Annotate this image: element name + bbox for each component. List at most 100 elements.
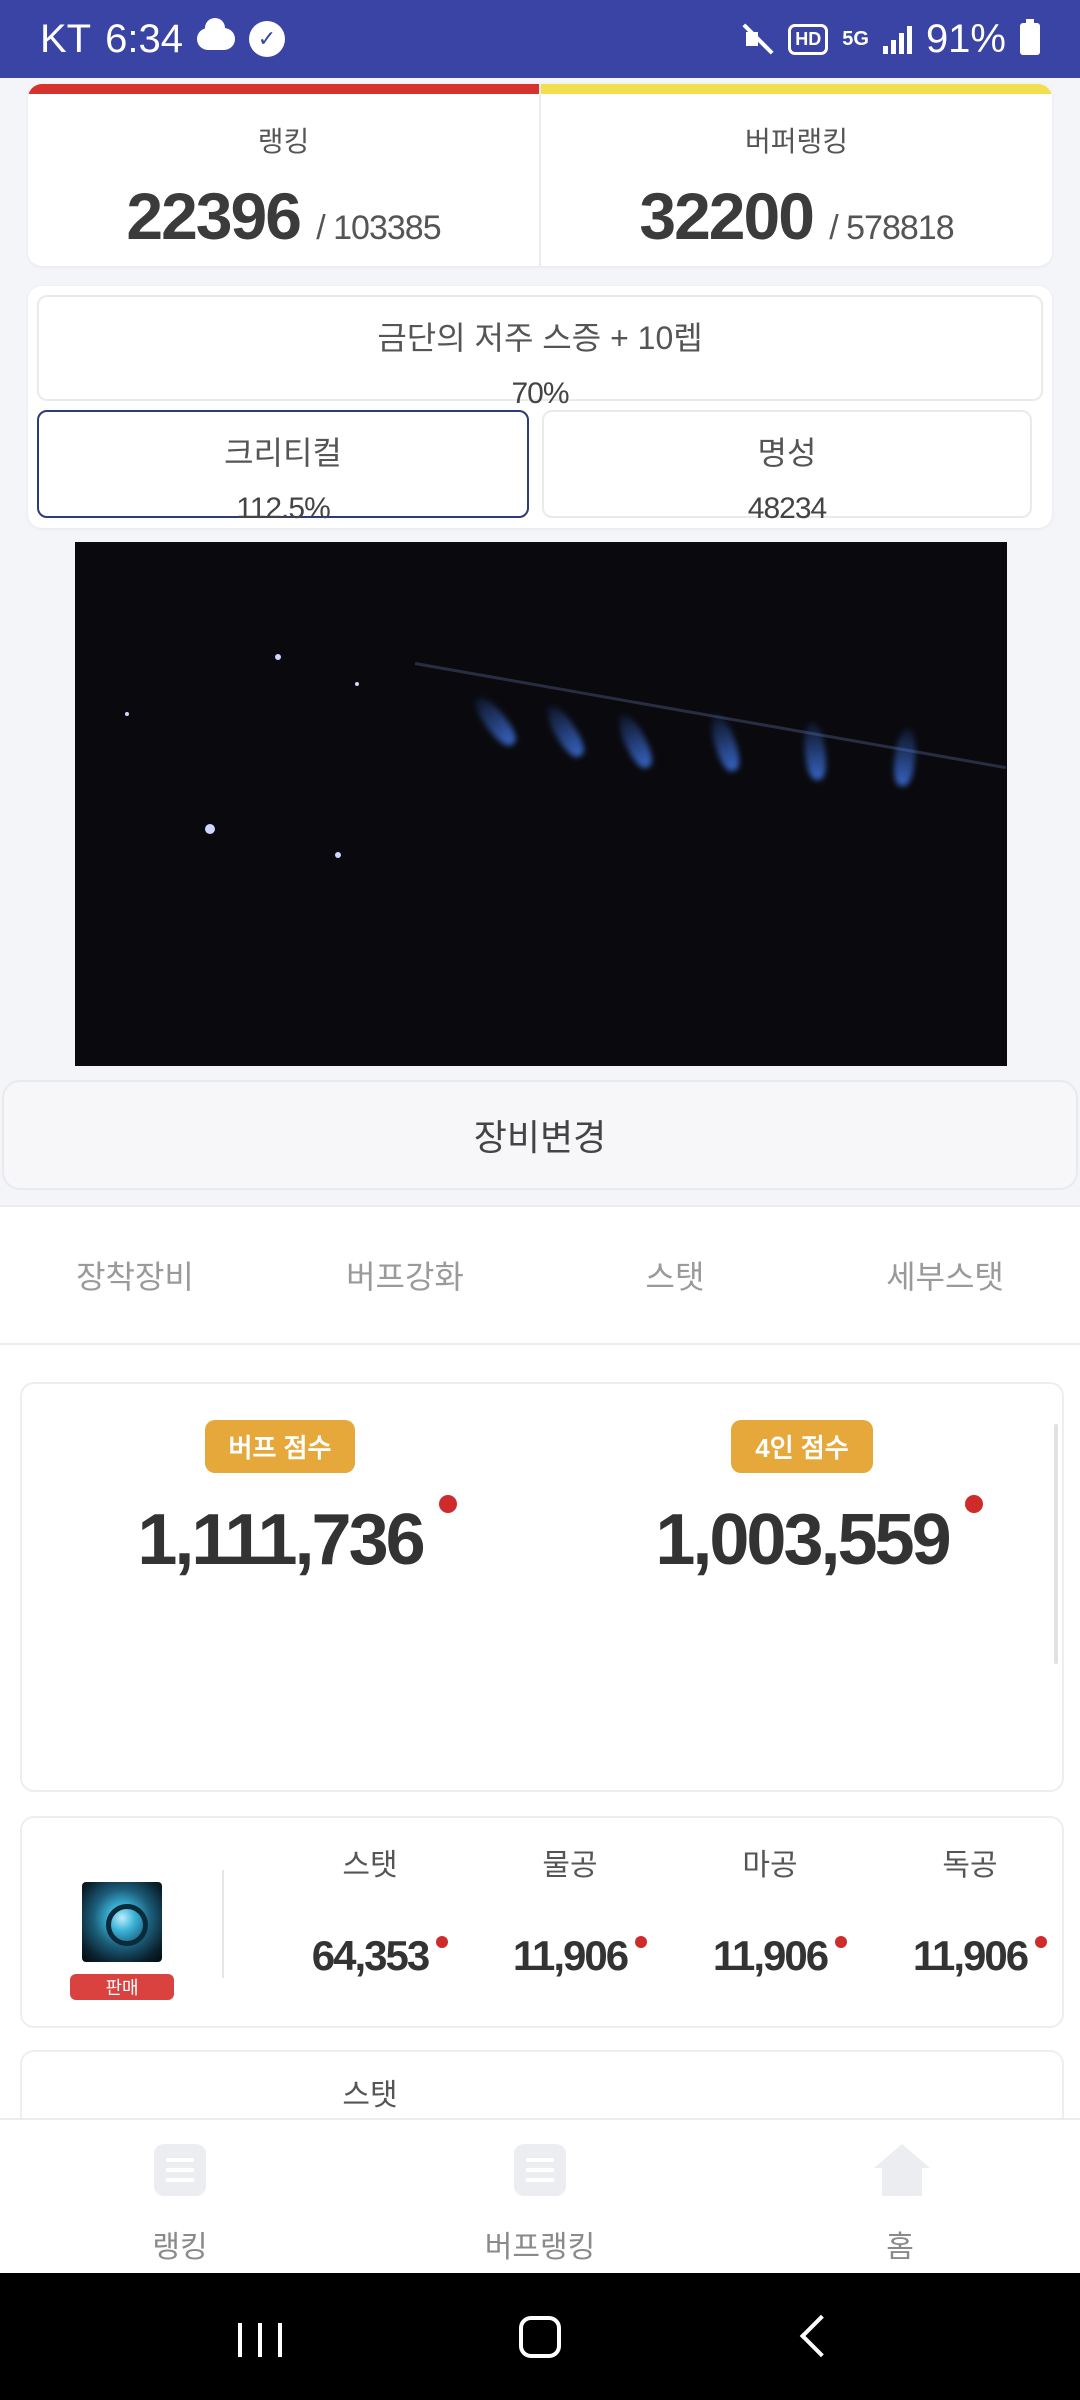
stat-col-stat: 스탯 64,353 — [270, 1840, 470, 1980]
list-icon — [154, 2144, 206, 2196]
score-card: 버프 점수 1,111,736 4인 점수 1,003,559 — [20, 1382, 1064, 1792]
physical-atk-value: 11,906 — [512, 1932, 629, 1979]
stat-value: 64,353 — [311, 1932, 430, 1979]
video-light-dot — [275, 654, 281, 660]
scrollbar[interactable] — [1054, 1424, 1058, 1664]
party-score-value: 1,003,559 — [655, 1500, 951, 1580]
video-light-beam — [541, 701, 589, 761]
physical-atk-label: 물공 — [542, 1849, 598, 1882]
change-indicator-dot — [436, 1936, 449, 1948]
curse-skill-label: 금단의 저주 스증 + 10렙 — [377, 320, 703, 356]
nav-home-label: 홈 — [886, 2231, 914, 2264]
buff-score-section: 버프 점수 1,111,736 — [70, 1420, 490, 1581]
app-notification-icon: ✓ — [248, 21, 285, 57]
critical-value: 112.5% — [236, 492, 331, 525]
party-score-badge: 4인 점수 — [731, 1420, 873, 1473]
magic-atk-value: 11,906 — [712, 1932, 829, 1979]
home-system-button[interactable] — [500, 2307, 580, 2367]
buff-score-value-wrap: 1,111,736 — [137, 1495, 457, 1581]
5g-icon: 5G — [842, 28, 869, 50]
buffer-ranking-value-line: 32200 / 578818 — [541, 178, 1052, 254]
stat-col-physical-atk: 물공 11,906 — [470, 1840, 670, 1980]
nav-ranking[interactable]: 랭킹 — [0, 2120, 360, 2273]
carrier: KT — [40, 16, 92, 61]
change-indicator-dot — [1035, 1936, 1048, 1948]
ranking-color-bar — [28, 84, 539, 94]
video-light-beam — [469, 691, 521, 751]
video-light-dot — [335, 852, 341, 858]
fame-label: 명성 — [757, 435, 817, 471]
critical-label: 크리티컬 — [224, 435, 342, 471]
home-square-icon — [519, 2315, 561, 2358]
stat-col-independent-atk: 독공 11,906 — [870, 1840, 1070, 1980]
physical-atk-value-wrap: 11,906 — [512, 1932, 648, 1980]
independent-atk-value: 11,906 — [912, 1932, 1029, 1979]
party-score-section: 4인 점수 1,003,559 — [592, 1420, 1012, 1581]
tab-equipped-gear[interactable]: 장착장비 — [0, 1207, 270, 1343]
hd-icon: HD — [788, 23, 829, 55]
status-bar: KT 6:34 ✓ HD 5G 91% — [0, 0, 1080, 78]
ranking-label: 랭킹 — [257, 126, 310, 157]
buff-score-badge: 버프 점수 — [204, 1420, 356, 1473]
change-indicator-dot — [835, 1936, 848, 1948]
change-indicator-dot — [438, 1495, 457, 1513]
item-avatar — [82, 1882, 162, 1962]
nav-ranking-label: 랭킹 — [152, 2231, 208, 2264]
nav-buffer-ranking-label: 버프랭킹 — [484, 2231, 596, 2264]
equip-change-button[interactable]: 장비변경 — [2, 1080, 1078, 1190]
nav-buffer-ranking[interactable]: 버프랭킹 — [360, 2120, 720, 2273]
video-light-dot — [205, 824, 215, 834]
ranking-value: 22396 — [126, 179, 302, 253]
buffer-ranking-color-bar — [541, 84, 1052, 94]
sell-badge: 판매 — [70, 1974, 174, 2000]
independent-atk-label: 독공 — [942, 1849, 998, 1882]
stat-value-wrap: 64,353 — [311, 1932, 449, 1980]
cloud-icon — [196, 18, 235, 50]
stat-label: 스탯 — [342, 1849, 398, 1882]
video-light-dot — [355, 682, 359, 686]
stat-col-magic-atk: 마공 11,906 — [670, 1840, 870, 1980]
ranking-value-line: 22396 / 103385 — [28, 178, 539, 254]
buff-score-value: 1,111,736 — [137, 1500, 425, 1580]
battery-icon — [1020, 19, 1040, 55]
video-light-beam — [613, 710, 657, 772]
list-icon — [514, 2144, 566, 2196]
character-video[interactable] — [75, 542, 1007, 1066]
fame-box[interactable]: 명성 48234 — [542, 410, 1032, 525]
magic-atk-value-wrap: 11,906 — [712, 1932, 848, 1980]
video-light-dot — [125, 712, 129, 716]
home-icon — [874, 2144, 930, 2196]
mute-icon — [740, 22, 774, 56]
curse-skill-value: 70% — [511, 377, 569, 410]
tab-stats[interactable]: 스탯 — [540, 1207, 810, 1343]
ranking-section[interactable]: 랭킹 22396 / 103385 — [28, 84, 539, 266]
nav-home[interactable]: 홈 — [720, 2120, 1080, 2273]
curse-skill-box: 금단의 저주 스증 + 10렙 70% — [37, 295, 1043, 410]
info-card: 금단의 저주 스증 + 10렙 70% 크리티컬 112.5% 명성 48234 — [28, 286, 1052, 528]
ranking-total: / 103385 — [316, 209, 441, 247]
video-light-beam — [802, 721, 828, 781]
stat-label: 스탯 — [342, 2079, 398, 2112]
video-light-beam — [892, 727, 918, 787]
magic-atk-label: 마공 — [742, 1849, 798, 1882]
fame-value: 48234 — [747, 492, 827, 525]
buffer-ranking-section[interactable]: 버퍼랭킹 32200 / 578818 — [539, 84, 1052, 266]
party-score-value-wrap: 1,003,559 — [655, 1495, 983, 1581]
battery-percent: 91% — [925, 16, 1006, 61]
signal-icon — [882, 24, 912, 54]
critical-box[interactable]: 크리티컬 112.5% — [37, 410, 529, 525]
recents-button[interactable] — [220, 2307, 300, 2367]
ranking-card: 랭킹 22396 / 103385 버퍼랭킹 32200 / 578818 — [28, 84, 1052, 266]
tab-buff-enhance[interactable]: 버프강화 — [270, 1207, 540, 1343]
independent-atk-value-wrap: 11,906 — [912, 1932, 1048, 1980]
stat-row-card[interactable]: 판매 스탯 64,353 물공 11,906 마공 11,906 독공 11,9… — [20, 1816, 1064, 2028]
divider — [222, 1870, 224, 1978]
system-nav-bar — [0, 2273, 1080, 2400]
clock: 6:34 — [105, 16, 183, 61]
buffer-ranking-label: 버퍼랭킹 — [744, 126, 849, 157]
bottom-nav: 랭킹 버프랭킹 홈 — [0, 2118, 1080, 2273]
buffer-ranking-total: / 578818 — [829, 209, 954, 247]
change-indicator-dot — [964, 1495, 983, 1513]
tab-detail-stats[interactable]: 세부스탯 — [810, 1207, 1080, 1343]
back-button[interactable] — [780, 2307, 860, 2367]
